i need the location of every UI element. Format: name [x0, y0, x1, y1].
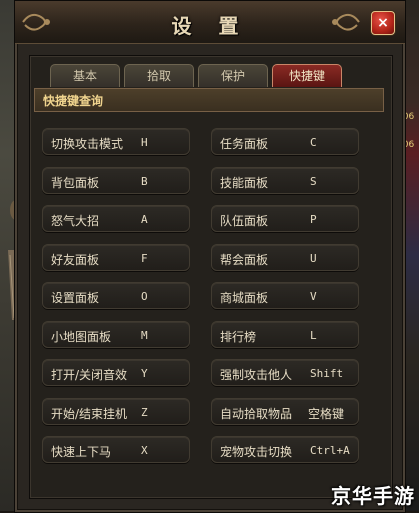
shortcut-key: 空格键 [308, 406, 345, 421]
shortcut-item: 设置面板 O [42, 282, 190, 309]
shortcut-item: 快速上下马 X [42, 436, 190, 463]
shortcut-name: 背包面板 [51, 175, 100, 190]
shortcut-key: U [310, 251, 317, 265]
shortcut-item: 帮会面板 U [211, 243, 359, 271]
shortcut-name: 帮会面板 [220, 252, 269, 267]
shortcut-name: 商城面板 [220, 291, 269, 305]
shortcut-name: 好友面板 [51, 252, 100, 267]
shortcut-key: F [141, 251, 148, 265]
shortcut-grid: 切换攻击模式 H 任务面板 C 背包面板 B 技能面板 S 怒气大招 A 队伍面板 P 好友… [36, 128, 392, 463]
shortcut-key: Z [141, 405, 148, 419]
watermark: 京华手游 [331, 484, 415, 508]
shortcut-item: 好友面板 F [42, 243, 190, 271]
shortcut-key: L [310, 328, 317, 342]
shortcut-key: O [141, 290, 148, 303]
shortcut-key: Y [141, 367, 148, 380]
shortcut-name: 打开/关闭音效 [51, 368, 128, 382]
shortcut-key: A [141, 213, 148, 226]
settings-dialog: 设 置 × 基本 拾取 保护 快捷键 快捷键查询 切换攻击模式 H 任务面板 C 背… [14, 0, 406, 513]
shortcut-item: 小地图面板 M [42, 320, 190, 348]
shortcut-item: 打开/关闭音效 Y [42, 359, 190, 386]
shortcut-item: 技能面板 S [211, 166, 359, 194]
shortcut-item: 宠物攻击切换 Ctrl+A [211, 436, 359, 463]
shortcut-item: 开始/结束挂机 Z [42, 397, 190, 425]
shortcut-item: 怒气大招 A [42, 205, 190, 232]
shortcut-item: 背包面板 B [42, 166, 190, 194]
shortcut-key: C [310, 136, 317, 149]
shortcut-name: 队伍面板 [220, 214, 269, 228]
shortcut-item: 商城面板 V [211, 282, 359, 309]
shortcut-item: 自动拾取物品 空格键 [211, 397, 359, 425]
section-header: 快捷键查询 [34, 88, 384, 112]
tab-basic[interactable]: 基本 [50, 64, 120, 87]
shortcut-name: 怒气大招 [51, 214, 100, 228]
shortcut-key: P [310, 213, 317, 226]
shortcut-name: 技能面板 [220, 175, 269, 190]
shortcut-name: 宠物攻击切换 [220, 445, 293, 459]
close-button[interactable]: × [371, 11, 395, 35]
shortcut-name: 自动拾取物品 [220, 406, 293, 421]
dialog-titlebar[interactable]: 设 置 × [15, 1, 405, 44]
shortcut-key: H [141, 136, 148, 149]
tab-protection[interactable]: 保护 [198, 64, 268, 87]
shortcut-name: 快速上下马 [51, 445, 112, 459]
shortcut-item: 强制攻击他人 Shift [211, 359, 359, 386]
shortcut-name: 开始/结束挂机 [51, 406, 128, 421]
shortcut-key: X [141, 444, 148, 457]
settings-panel: 基本 拾取 保护 快捷键 快捷键查询 切换攻击模式 H 任务面板 C 背包面板 B 技… [29, 55, 393, 499]
tab-shortcuts[interactable]: 快捷键 [272, 64, 342, 87]
shortcut-key: V [310, 290, 317, 303]
shortcut-name: 设置面板 [51, 291, 100, 305]
shortcut-key: B [141, 174, 148, 188]
shortcut-key: Ctrl+A [310, 444, 350, 457]
tab-pickup[interactable]: 拾取 [124, 64, 194, 87]
shortcut-name: 强制攻击他人 [220, 368, 293, 382]
shortcut-item: 排行榜 L [211, 320, 359, 348]
shortcut-item: 任务面板 C [211, 128, 359, 155]
shortcut-item: 切换攻击模式 H [42, 128, 190, 155]
shortcut-name: 排行榜 [220, 329, 257, 344]
title-ornament-right-icon [332, 13, 360, 31]
tab-bar: 基本 拾取 保护 快捷键 [50, 64, 342, 88]
shortcut-key: M [141, 328, 148, 342]
shortcut-name: 切换攻击模式 [51, 137, 124, 151]
shortcut-key: S [310, 174, 317, 188]
shortcut-item: 队伍面板 P [211, 205, 359, 232]
shortcut-key: Shift [310, 367, 344, 380]
shortcut-name: 小地图面板 [51, 329, 112, 344]
shortcut-name: 任务面板 [220, 137, 269, 151]
